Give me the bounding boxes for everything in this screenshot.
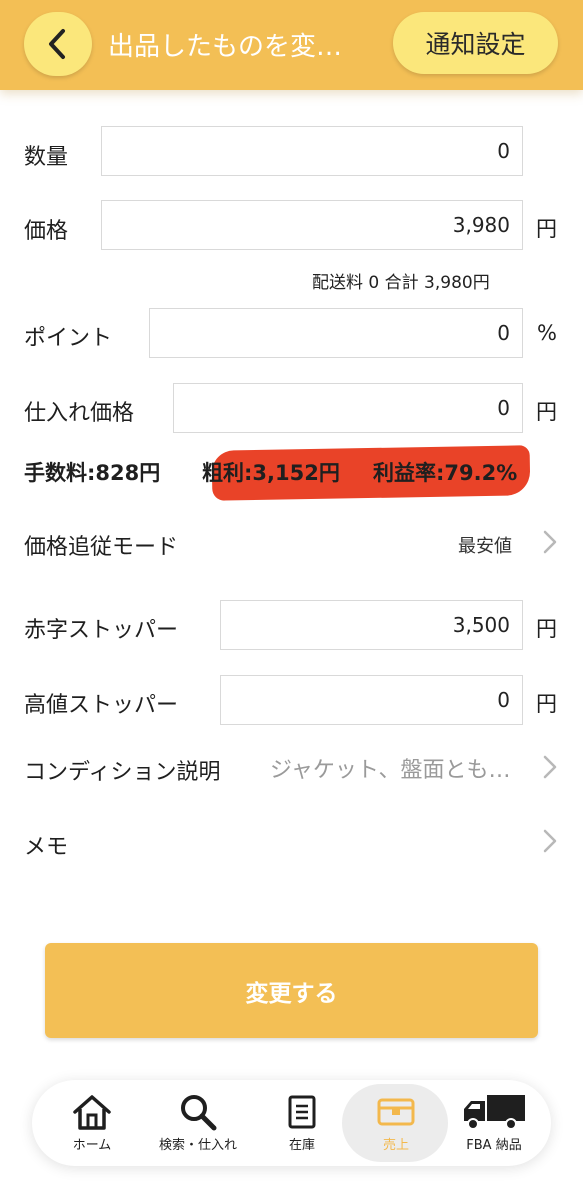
tab-home-label: ホーム <box>72 1138 112 1153</box>
tab-search-label: 検索・仕入れ <box>158 1138 237 1153</box>
loss-stopper-input[interactable]: 3,500 <box>220 600 523 650</box>
loss-stopper-unit: 円 <box>536 617 557 641</box>
truck-icon <box>464 1095 525 1130</box>
cost-unit: 円 <box>536 400 557 424</box>
price-label: 価格 <box>24 219 69 244</box>
high-stopper-unit: 円 <box>536 692 557 716</box>
app-header: 出品したものを変… 通知設定 <box>0 0 583 90</box>
tab-search[interactable]: 検索・仕入れ <box>146 1080 250 1166</box>
chevron-left-icon <box>49 29 65 59</box>
chevron-right-icon <box>543 829 557 853</box>
high-stopper-label: 高値ストッパー <box>24 693 179 718</box>
loss-stopper-label: 赤字ストッパー <box>24 618 179 643</box>
tab-home[interactable]: ホーム <box>50 1080 134 1166</box>
home-icon <box>73 1095 111 1130</box>
condition-label: コンディション説明 <box>24 760 221 785</box>
fee-text: 手数料:828円 <box>24 461 161 485</box>
price-input[interactable]: 3,980 <box>101 200 523 250</box>
box-icon <box>377 1098 415 1126</box>
points-label: ポイント <box>24 326 113 351</box>
price-shipping-total: 配送料 0 合計 3,980円 <box>312 273 490 293</box>
tab-fba[interactable]: FBA 納品 <box>450 1080 538 1166</box>
profit-rate-text: 利益率:79.2% <box>373 461 518 485</box>
memo-label: メモ <box>24 835 69 860</box>
tracking-mode-label: 価格追従モード <box>24 535 179 560</box>
bottom-tab-bar: ホーム 検索・仕入れ 在庫 売上 FBA 納品 <box>32 1080 551 1166</box>
tab-sales-label: 売上 <box>382 1138 409 1153</box>
cost-label: 仕入れ価格 <box>24 401 135 426</box>
page-title: 出品したものを変… <box>108 32 343 62</box>
chevron-right-icon <box>543 755 557 779</box>
gross-profit-text: 粗利:3,152円 <box>202 461 340 485</box>
quantity-label: 数量 <box>24 145 69 170</box>
quantity-input[interactable]: 0 <box>101 126 523 176</box>
tab-sales[interactable]: 売上 <box>354 1080 438 1166</box>
price-unit: 円 <box>536 217 557 241</box>
inventory-icon <box>288 1095 316 1129</box>
tab-inventory[interactable]: 在庫 <box>260 1080 344 1166</box>
notification-settings-button[interactable]: 通知設定 <box>393 12 558 74</box>
back-button[interactable] <box>24 12 92 76</box>
tab-inventory-label: 在庫 <box>288 1138 315 1153</box>
points-unit: % <box>537 321 557 345</box>
cost-input[interactable]: 0 <box>173 383 523 433</box>
points-input[interactable]: 0 <box>149 308 523 358</box>
tab-fba-label: FBA 納品 <box>466 1138 522 1153</box>
high-stopper-input[interactable]: 0 <box>220 675 523 725</box>
submit-button[interactable]: 変更する <box>45 943 538 1038</box>
chevron-right-icon <box>543 530 557 554</box>
condition-value: ジャケット、盤面とも良好です <box>270 758 532 783</box>
search-icon <box>181 1095 217 1131</box>
tracking-mode-value: 最安値 <box>458 536 512 557</box>
